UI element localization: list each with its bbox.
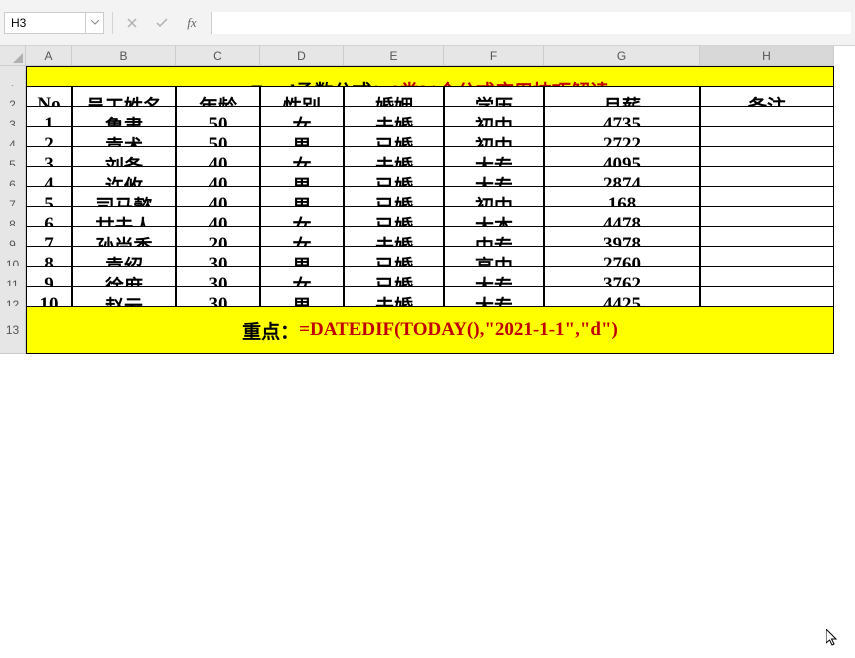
mouse-cursor-icon bbox=[826, 629, 842, 649]
footer-cell[interactable]: 重点：=DATEDIF(TODAY(),"2021-1-1","d") bbox=[26, 306, 834, 354]
insert-function-button[interactable]: fx bbox=[181, 12, 203, 34]
col-header-G[interactable]: G bbox=[544, 46, 700, 66]
col-header-D[interactable]: D bbox=[260, 46, 344, 66]
col-header-A[interactable]: A bbox=[26, 46, 72, 66]
check-icon bbox=[156, 18, 168, 28]
name-box[interactable]: H3 bbox=[4, 12, 104, 34]
col-header-H[interactable]: H bbox=[700, 46, 834, 66]
cancel-formula-button[interactable] bbox=[121, 12, 143, 34]
name-box-dropdown[interactable] bbox=[85, 12, 103, 34]
row-header-13[interactable]: 13 bbox=[0, 306, 26, 354]
separator bbox=[112, 12, 113, 34]
chevron-down-icon bbox=[91, 20, 99, 25]
formula-bar: H3 fx bbox=[0, 0, 855, 46]
col-header-C[interactable]: C bbox=[176, 46, 260, 66]
select-all-corner[interactable] bbox=[0, 46, 26, 66]
accept-formula-button[interactable] bbox=[151, 12, 173, 34]
footer-formula: =DATEDIF(TODAY(),"2021-1-1","d") bbox=[299, 319, 618, 341]
fx-icon: fx bbox=[187, 15, 196, 31]
footer-label: 重点： bbox=[242, 317, 299, 344]
name-box-value: H3 bbox=[11, 16, 26, 30]
formula-input[interactable] bbox=[211, 12, 851, 34]
x-icon bbox=[127, 18, 137, 28]
col-header-E[interactable]: E bbox=[344, 46, 444, 66]
col-header-F[interactable]: F bbox=[444, 46, 544, 66]
col-header-B[interactable]: B bbox=[72, 46, 176, 66]
spreadsheet-grid[interactable]: ABCDEFGH1Excel函数公式：9类21个公式应用技巧解读2No员工姓名年… bbox=[0, 46, 855, 326]
